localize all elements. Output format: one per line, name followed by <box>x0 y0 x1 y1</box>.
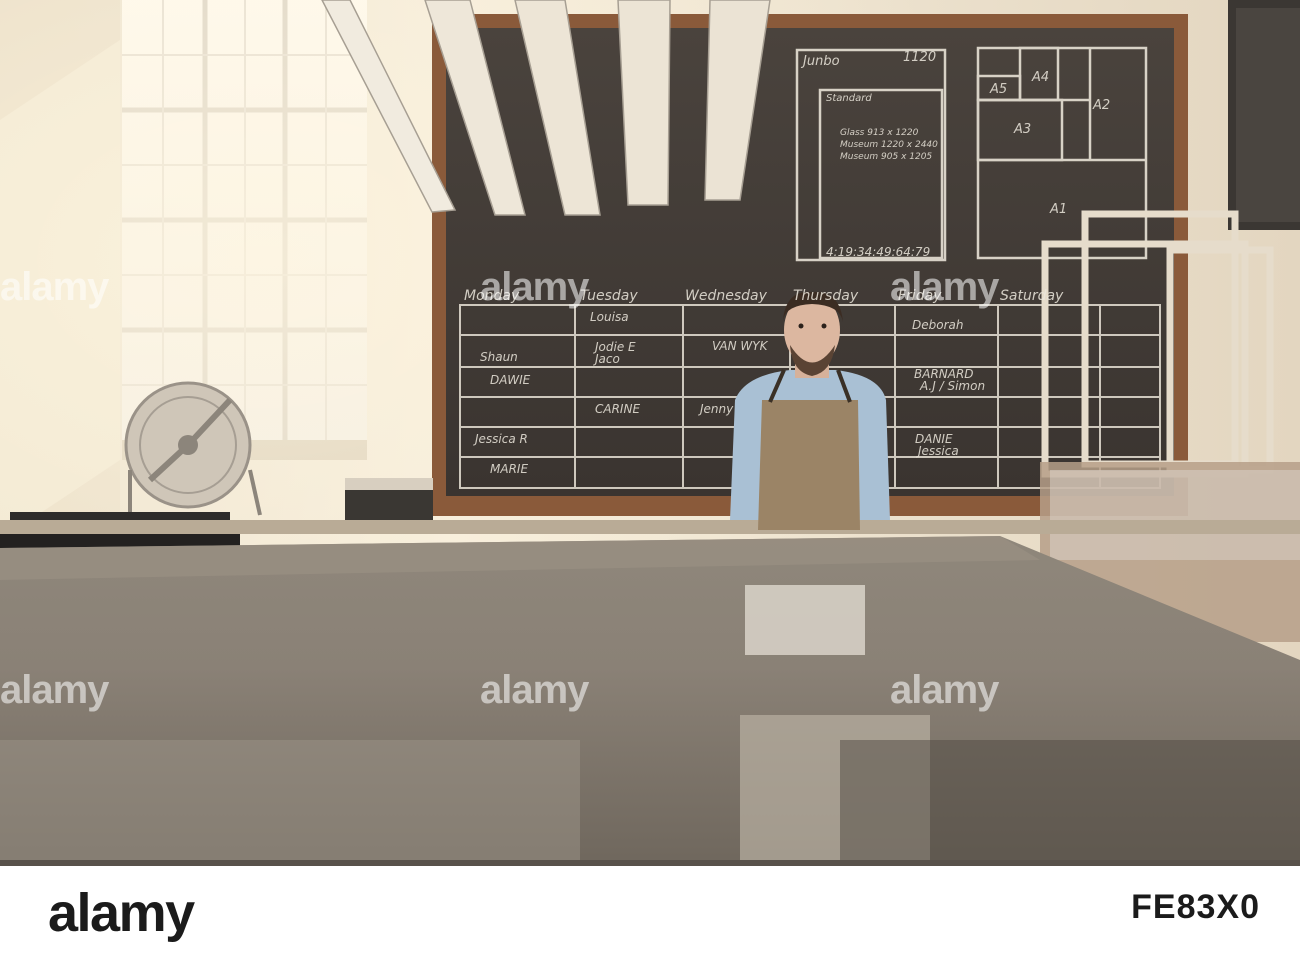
size-label: A5 <box>990 82 1008 97</box>
stock-footer: alamy FE83X0 <box>0 866 1300 956</box>
size-label: 4:19:34:49:64:79 <box>826 245 931 259</box>
size-label: A2 <box>1093 98 1111 113</box>
calendar-entry: Shaun <box>480 350 518 364</box>
calendar-entry: Louisa <box>590 310 629 324</box>
size-label: A3 <box>1014 122 1032 137</box>
calendar-entry: CARINE <box>595 402 641 416</box>
watermark: alamy <box>480 265 589 309</box>
workshop-photo: Monday Tuesday Wednesday Thursday Friday… <box>0 0 1300 866</box>
calendar-entry: Deborah <box>912 318 964 332</box>
size-label: Junbo <box>803 54 840 69</box>
brand-logo: alamy <box>48 883 195 943</box>
watermark: alamy <box>890 668 999 712</box>
glass-note: Glass 913 x 1220 <box>840 128 919 138</box>
calendar-entry: DAWIE <box>490 373 531 387</box>
watermark: alamy <box>0 265 109 309</box>
day-label: Wednesday <box>685 288 767 304</box>
size-label: A1 <box>1050 202 1068 217</box>
calendar-entry: Jenny <box>700 402 734 416</box>
size-label: A4 <box>1032 70 1050 85</box>
day-label: Thursday <box>793 288 859 304</box>
calendar-entry: VAN WYK <box>712 339 768 353</box>
image-id: FE83X0 <box>1131 888 1260 926</box>
day-label: Saturday <box>1000 288 1064 304</box>
day-label: Tuesday <box>580 288 638 304</box>
glass-note: Museum 905 x 1205 <box>840 152 933 162</box>
watermark: alamy <box>890 265 999 309</box>
size-label: Standard <box>826 93 872 104</box>
calendar-entry: Jessica <box>918 444 959 458</box>
calendar-entry: Jaco <box>595 352 620 366</box>
size-label: 1120 <box>903 50 937 65</box>
watermark: alamy <box>480 668 589 712</box>
workshop-scene <box>0 0 1300 866</box>
calendar-entry: MARIE <box>490 462 529 476</box>
calendar-entry: A.J / Simon <box>920 379 986 393</box>
glass-note: Museum 1220 x 2440 <box>840 140 938 150</box>
table-highlight <box>745 585 865 655</box>
calendar-entry: Jessica R <box>475 432 528 446</box>
watermark: alamy <box>0 668 109 712</box>
